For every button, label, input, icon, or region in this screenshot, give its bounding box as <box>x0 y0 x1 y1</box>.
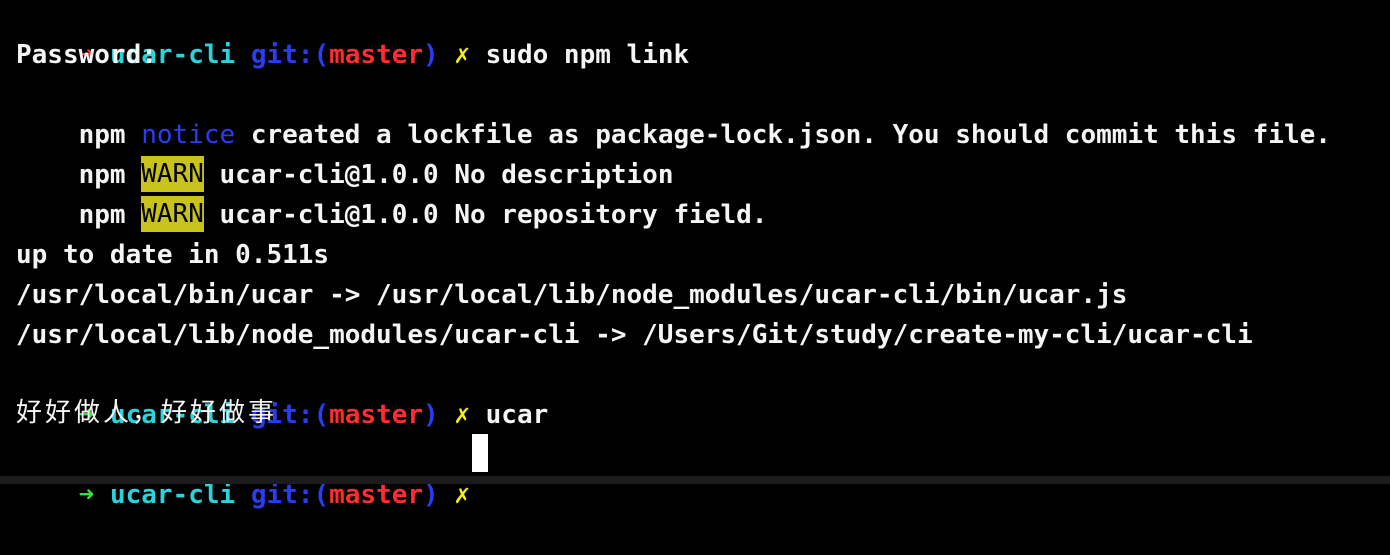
prompt-line-2: ➜ ucar-cli git:(master) ✗ ucar <box>16 355 549 430</box>
output-line-password: Password: <box>16 40 157 70</box>
output-line-module-link: /usr/local/lib/node_modules/ucar-cli -> … <box>16 320 1253 350</box>
dirty-mark-icon: ✗ <box>454 400 470 430</box>
npm-label: npm <box>78 200 126 230</box>
prompt-branch: master <box>329 480 424 510</box>
command-text: sudo npm link <box>485 40 690 70</box>
npm-notice-line: npm notice created a lockfile as package… <box>16 75 1331 150</box>
prompt-git-label: git:( <box>250 480 330 510</box>
prompt-git-close: ) <box>423 40 439 70</box>
prompt-branch: master <box>329 40 424 70</box>
npm-warn-line: npm WARN ucar-cli@1.0.0 No repository fi… <box>16 155 767 232</box>
text-cursor <box>472 434 488 472</box>
warn-message: ucar-cli@1.0.0 No repository field. <box>219 200 768 230</box>
prompt-directory: ucar-cli <box>109 480 236 510</box>
prompt-git-label: git:( <box>250 40 330 70</box>
prompt-git-close: ) <box>423 400 439 430</box>
dirty-mark-icon: ✗ <box>454 480 470 510</box>
prompt-arrow-icon: ➜ <box>78 480 95 510</box>
command-text: ucar <box>485 400 549 430</box>
output-line-bin-link: /usr/local/bin/ucar -> /usr/local/lib/no… <box>16 280 1128 310</box>
warn-badge: WARN <box>141 196 204 232</box>
prompt-branch: master <box>329 400 424 430</box>
prompt-line-1: ➜ ucar-cli git:(master) ✗ sudo npm link <box>16 0 690 70</box>
window-bottom-edge <box>0 476 1390 484</box>
npm-warn-line: npm WARN ucar-cli@1.0.0 No description <box>16 115 673 192</box>
dirty-mark-icon: ✗ <box>454 40 470 70</box>
output-line-summary: up to date in 0.511s <box>16 240 330 270</box>
output-line-message: 好好做人，好好做事 <box>16 398 278 428</box>
terminal-window[interactable]: ➜ ucar-cli git:(master) ✗ sudo npm link … <box>0 0 1390 510</box>
prompt-git-close: ) <box>423 480 439 510</box>
prompt-line-3[interactable]: ➜ ucar-cli git:(master) ✗ <box>16 435 486 510</box>
